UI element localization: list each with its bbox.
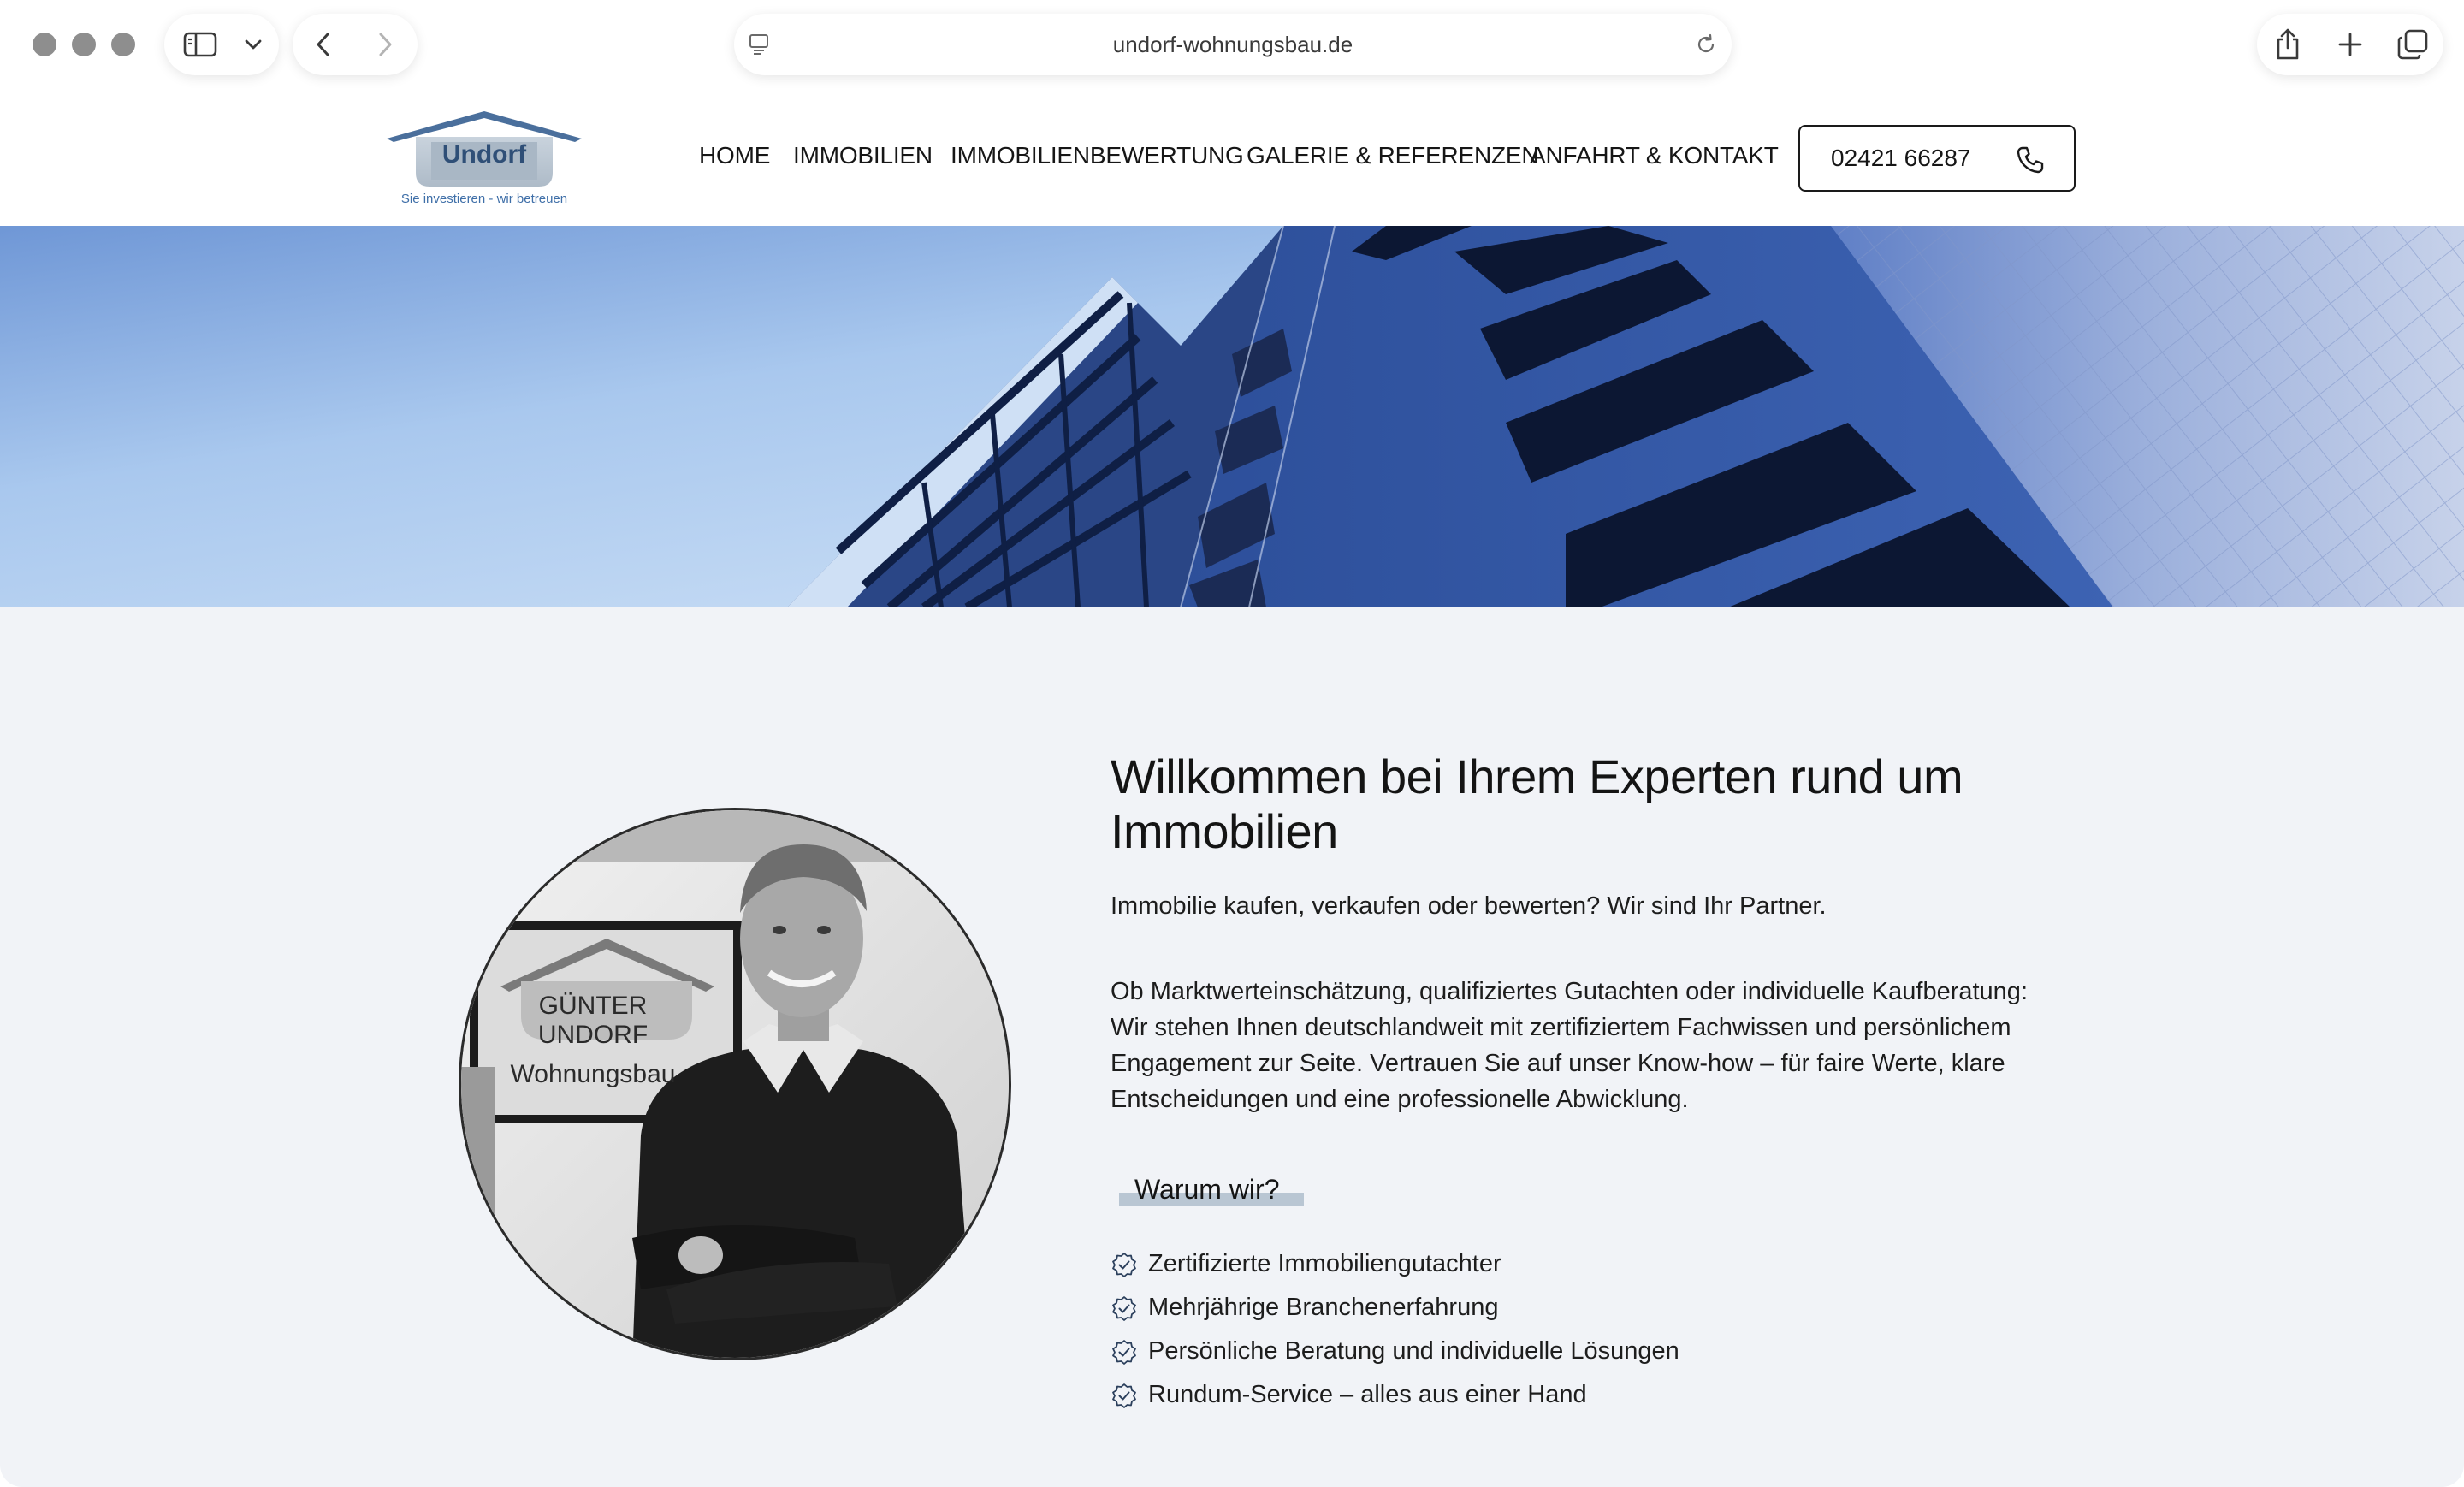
reload-icon[interactable] <box>1692 31 1720 62</box>
team-portrait-photo: GÜNTER UNDORF Wohnungsbau <box>459 808 1011 1360</box>
window-actions <box>2257 14 2443 75</box>
why-us-heading: Warum wir? <box>1111 1170 2086 1213</box>
intro-lead: Immobilie kaufen, verkaufen oder bewerte… <box>1111 892 1827 920</box>
tab-overview-icon[interactable] <box>2387 14 2438 75</box>
site-header: Undorf Sie investieren - wir betreuen HO… <box>0 89 2464 226</box>
list-item-text: Mehrjährige Branchenerfahrung <box>1148 1294 1499 1321</box>
site-logo[interactable]: Undorf Sie investieren - wir betreuen <box>382 108 587 214</box>
phone-icon <box>2017 146 2044 174</box>
page-title: Willkommen bei Ihrem Experten rund um Im… <box>1111 749 1964 858</box>
chevron-down-icon[interactable] <box>236 14 270 75</box>
history-controls <box>293 14 418 75</box>
check-badge-icon <box>1112 1295 1136 1321</box>
minimize-window-button[interactable] <box>72 33 96 56</box>
list-item: Persönliche Beratung und individuelle Lö… <box>1111 1330 2086 1373</box>
url-text: undorf-wohnungsbau.de <box>1112 32 1353 57</box>
list-item-text: Zertifizierte Immobiliengutachter <box>1148 1250 1502 1277</box>
list-item-text: Persönliche Beratung und individuelle Lö… <box>1148 1337 1679 1365</box>
intro-section: Willkommen bei Ihrem Experten rund um Im… <box>1111 749 2086 1417</box>
portrait-sign-line2: UNDORF <box>537 1021 649 1049</box>
portrait-sign-line3: Wohnungsbau <box>510 1060 676 1088</box>
portrait-sign-line1: GÜNTER <box>538 992 648 1020</box>
new-tab-plus-icon[interactable] <box>2325 14 2376 75</box>
check-badge-icon <box>1112 1252 1136 1277</box>
address-bar[interactable]: undorf-wohnungsbau.de <box>734 14 1732 75</box>
phone-number: 02421 66287 <box>1831 145 1971 171</box>
share-icon[interactable] <box>2262 14 2313 75</box>
intro-body: Ob Marktwerteinschätzung, qualifiziertes… <box>1111 978 2028 1113</box>
check-badge-icon <box>1112 1339 1136 1365</box>
logo-tagline: Sie investieren - wir betreuen <box>400 192 568 206</box>
nav-item-immobilien[interactable]: IMMOBILIEN <box>793 142 933 169</box>
nav-item-immobilienbewertung[interactable]: IMMOBILIENBEWERTUNG <box>951 142 1244 169</box>
close-window-button[interactable] <box>33 33 56 56</box>
why-us-list: Zertifizierte Immobiliengutachter Mehrjä… <box>1111 1242 2086 1417</box>
why-us-title: Warum wir? <box>1134 1174 1280 1205</box>
nav-item-home[interactable]: HOME <box>699 142 770 169</box>
list-item: Rundum-Service – alles aus einer Hand <box>1111 1373 2086 1417</box>
nav-item-galerie-referenzen[interactable]: GALERIE & REFERENZEN <box>1247 142 1539 169</box>
phone-button[interactable]: 02421 66287 <box>1798 125 2076 192</box>
browser-window: undorf-wohnungsbau.de Undorf Sie investi… <box>0 0 2464 1487</box>
sidebar-toggle-icon[interactable] <box>164 14 236 75</box>
zoom-window-button[interactable] <box>111 33 135 56</box>
list-item-text: Rundum-Service – alles aus einer Hand <box>1148 1381 1587 1408</box>
back-arrow-icon[interactable] <box>293 14 354 75</box>
list-item: Mehrjährige Branchenerfahrung <box>1111 1286 2086 1330</box>
portrait-sign-text: GÜNTER UNDORF <box>490 992 696 1050</box>
sidebar-controls <box>164 14 279 75</box>
nav-item-anfahrt-kontakt[interactable]: ANFAHRT & KONTAKT <box>1530 142 1779 169</box>
browser-toolbar: undorf-wohnungsbau.de <box>0 0 2464 89</box>
logo-name: Undorf <box>441 140 527 169</box>
hero-banner-image <box>0 226 2464 607</box>
forward-arrow-icon[interactable] <box>354 14 416 75</box>
check-badge-icon <box>1112 1383 1136 1408</box>
list-item: Zertifizierte Immobiliengutachter <box>1111 1242 2086 1286</box>
